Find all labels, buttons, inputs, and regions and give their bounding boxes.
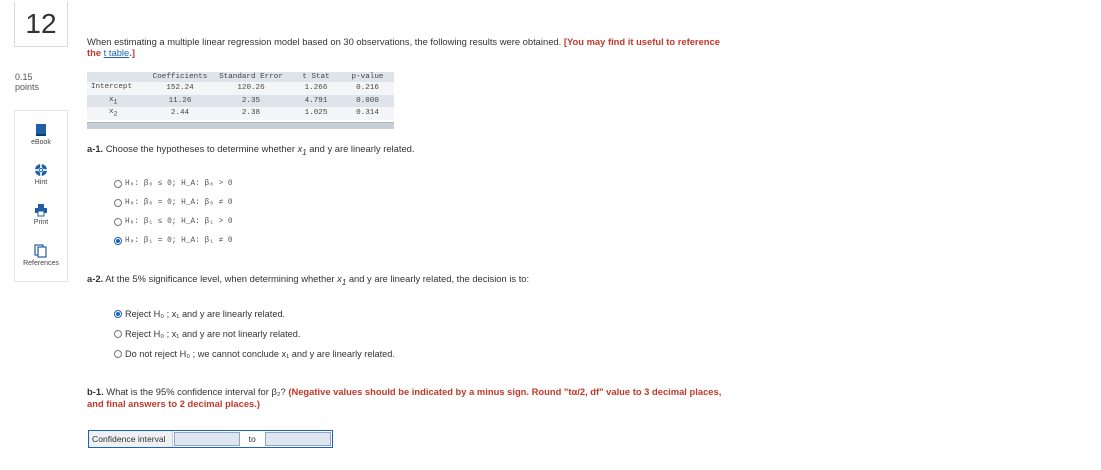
header-blank bbox=[87, 72, 149, 82]
row-label: x1 bbox=[87, 94, 149, 108]
a2-prompt: a-2. At the 5% significance level, when … bbox=[87, 273, 529, 287]
intro-note-suffix: .] bbox=[129, 47, 135, 58]
a1-option-text: H₀: β₁ = 0; H_A: β₁ ≠ 0 bbox=[125, 237, 233, 245]
header-p-value: p-value bbox=[341, 72, 394, 82]
cell-p-value: 0.216 bbox=[341, 82, 394, 95]
header-coefficients: Coefficients bbox=[149, 72, 211, 82]
documents-icon bbox=[34, 244, 47, 258]
radio-button-selected[interactable] bbox=[114, 237, 122, 245]
points-label: points bbox=[15, 82, 40, 92]
ebook-label: eBook bbox=[31, 139, 51, 146]
ci-lower-input[interactable] bbox=[173, 432, 240, 446]
radio-button-selected[interactable] bbox=[114, 310, 122, 318]
cell-standard-error: 2.35 bbox=[211, 94, 291, 108]
b1-text: What is the 95% confidence interval for … bbox=[106, 386, 286, 397]
hint-label: Hint bbox=[34, 179, 48, 186]
radio-button[interactable] bbox=[114, 350, 122, 358]
row-label: Intercept bbox=[87, 82, 149, 95]
radio-button[interactable] bbox=[114, 218, 122, 226]
radio-button[interactable] bbox=[114, 199, 122, 207]
cell-p-value: 0.000 bbox=[341, 94, 394, 108]
a2-option-text: Do not reject H₀ ; we cannot conclude x₁… bbox=[125, 349, 395, 359]
header-standard-error: Standard Error bbox=[211, 72, 291, 82]
a2-option-text: Reject H₀ ; x₁ and y are linearly relate… bbox=[125, 309, 286, 319]
b1-prompt: b-1. What is the 95% confidence interval… bbox=[87, 386, 727, 410]
header-t-stat: t Stat bbox=[291, 72, 341, 82]
a2-option[interactable]: Reject H₀ ; x₁ and y are linearly relate… bbox=[114, 309, 285, 319]
table-scrollbar[interactable] bbox=[87, 121, 394, 129]
regression-output: Coefficients Standard Error t Stat p-val… bbox=[87, 72, 394, 129]
question-intro: When estimating a multiple linear regres… bbox=[87, 36, 727, 58]
cell-coefficient: 2.44 bbox=[149, 107, 211, 120]
table-row: x1 11.26 2.35 4.791 0.000 bbox=[87, 94, 394, 108]
print-label: Print bbox=[33, 219, 49, 226]
confidence-interval-row: Confidence interval to bbox=[88, 430, 333, 448]
t-table-link[interactable]: t table bbox=[104, 47, 130, 58]
question-number: 12 bbox=[25, 8, 57, 39]
b1-label: b-1. bbox=[87, 386, 104, 397]
tools-panel: eBook Hint Print References bbox=[14, 110, 68, 282]
regression-table: Coefficients Standard Error t Stat p-val… bbox=[87, 72, 394, 120]
a1-var: x1 bbox=[297, 143, 307, 157]
a2-var: x1 bbox=[337, 273, 347, 287]
a2-text-after: and y are linearly related, the decision… bbox=[348, 273, 530, 284]
ci-upper-input[interactable] bbox=[264, 432, 331, 446]
table-row: Intercept 152.24 120.26 1.266 0.216 bbox=[87, 82, 394, 95]
a2-label: a-2. bbox=[87, 273, 104, 284]
print-button[interactable]: Print bbox=[15, 203, 67, 226]
radio-button[interactable] bbox=[114, 180, 122, 188]
a1-text-before: Choose the hypotheses to determine wheth… bbox=[105, 143, 295, 154]
a2-option[interactable]: Reject H₀ ; x₁ and y are not linearly re… bbox=[114, 329, 300, 339]
references-button[interactable]: References bbox=[15, 244, 67, 267]
a1-text-after: and y are linearly related. bbox=[309, 143, 415, 154]
question-number-box: 12 bbox=[14, 2, 68, 47]
cell-t-stat: 1.266 bbox=[291, 82, 341, 95]
confidence-interval-label: Confidence interval bbox=[89, 431, 173, 447]
a1-option-text: H₀: β₀ ≤ 0; H_A: β₀ > 0 bbox=[125, 180, 233, 188]
lifebuoy-icon bbox=[35, 164, 47, 176]
table-row: x2 2.44 2.38 1.025 0.314 bbox=[87, 107, 394, 120]
a2-text-before: At the 5% significance level, when deter… bbox=[105, 273, 335, 284]
cell-standard-error: 2.38 bbox=[211, 107, 291, 120]
ci-to-label: to bbox=[240, 431, 264, 447]
a1-option-text: H₀: β₀ = 0; H_A: β₀ ≠ 0 bbox=[125, 199, 233, 207]
a2-option-text: Reject H₀ ; x₁ and y are not linearly re… bbox=[125, 329, 301, 339]
ebook-button[interactable]: eBook bbox=[15, 123, 67, 146]
cell-coefficient: 152.24 bbox=[149, 82, 211, 95]
points-value: 0.15 bbox=[15, 72, 33, 82]
references-label: References bbox=[23, 260, 59, 267]
intro-text: When estimating a multiple linear regres… bbox=[87, 36, 562, 47]
points-info: 0.15 points bbox=[15, 72, 39, 92]
cell-t-stat: 1.025 bbox=[291, 107, 341, 120]
a1-prompt: a-1. Choose the hypotheses to determine … bbox=[87, 143, 415, 157]
cell-p-value: 0.314 bbox=[341, 107, 394, 120]
cell-standard-error: 120.26 bbox=[211, 82, 291, 95]
printer-icon bbox=[35, 204, 47, 217]
radio-button[interactable] bbox=[114, 330, 122, 338]
table-header-row: Coefficients Standard Error t Stat p-val… bbox=[87, 72, 394, 82]
a1-option[interactable]: H₀: β₁ = 0; H_A: β₁ ≠ 0 bbox=[114, 237, 233, 245]
book-icon bbox=[36, 124, 46, 136]
a1-option[interactable]: H₀: β₀ ≤ 0; H_A: β₀ > 0 bbox=[114, 180, 233, 188]
a1-label: a-1. bbox=[87, 143, 104, 154]
a1-option-text: H₀: β₁ ≤ 0; H_A: β₁ > 0 bbox=[125, 218, 233, 226]
row-label: x2 bbox=[87, 107, 149, 120]
hint-button[interactable]: Hint bbox=[15, 163, 67, 186]
a1-option[interactable]: H₀: β₀ = 0; H_A: β₀ ≠ 0 bbox=[114, 199, 233, 207]
a1-option[interactable]: H₀: β₁ ≤ 0; H_A: β₁ > 0 bbox=[114, 218, 233, 226]
cell-t-stat: 4.791 bbox=[291, 94, 341, 108]
a2-option[interactable]: Do not reject H₀ ; we cannot conclude x₁… bbox=[114, 349, 395, 359]
cell-coefficient: 11.26 bbox=[149, 94, 211, 108]
